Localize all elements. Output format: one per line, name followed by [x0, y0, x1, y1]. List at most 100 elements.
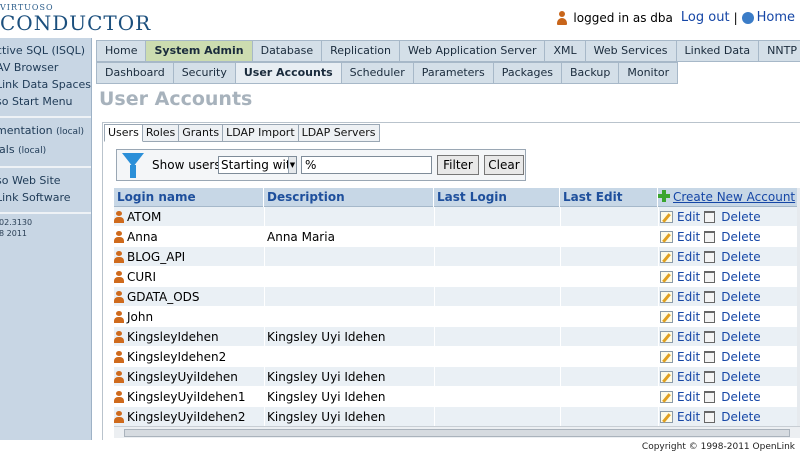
subtab-grants[interactable]: Grants [179, 124, 224, 142]
chevron-down-icon[interactable]: ▼ [288, 157, 296, 173]
login-name[interactable]: KingsleyUyiIdehen2 [127, 410, 245, 424]
trash-icon[interactable] [704, 331, 716, 343]
edit-icon[interactable] [660, 291, 673, 303]
sidebar-item-tutorials[interactable]: ials (local) [0, 141, 91, 160]
login-name-cell[interactable]: KingsleyIdehen2 [114, 347, 264, 367]
edit-icon[interactable] [660, 351, 673, 363]
edit-link[interactable]: Edit [677, 230, 700, 244]
filter-pattern-input[interactable]: % [301, 156, 432, 174]
login-name[interactable]: John [127, 310, 153, 324]
tab-replication[interactable]: Replication [322, 40, 400, 62]
tab-xml[interactable]: XML [545, 40, 586, 62]
delete-link[interactable]: Delete [721, 350, 760, 364]
trash-icon[interactable] [704, 371, 716, 383]
edit-link[interactable]: Edit [677, 290, 700, 304]
login-name[interactable]: CURI [127, 270, 156, 284]
filter-button[interactable]: Filter [437, 155, 479, 175]
trash-icon[interactable] [704, 411, 716, 423]
virtuoso-conductor-logo[interactable]: VIRTUOSO CONDUCTOR [0, 3, 150, 35]
login-name-cell[interactable]: KingsleyUyiIdehen [114, 367, 264, 387]
trash-icon[interactable] [704, 351, 716, 363]
tab-packages[interactable]: Packages [493, 62, 563, 84]
subtab-ldap-servers[interactable]: LDAP Servers [298, 124, 380, 142]
tab-user-accounts[interactable]: User Accounts [235, 62, 342, 84]
tab-dashboard[interactable]: Dashboard [96, 62, 174, 84]
edit-link[interactable]: Edit [677, 370, 700, 384]
edit-link[interactable]: Edit [677, 310, 700, 324]
column-header-login-name[interactable]: Login name [114, 188, 264, 207]
edit-link[interactable]: Edit [677, 330, 700, 344]
trash-icon[interactable] [704, 311, 716, 323]
delete-link[interactable]: Delete [721, 230, 760, 244]
trash-icon[interactable] [704, 211, 716, 223]
edit-link[interactable]: Edit [677, 390, 700, 404]
subtab-ldap-import[interactable]: LDAP Import [223, 124, 299, 142]
login-name-cell[interactable]: John [114, 307, 264, 327]
edit-icon[interactable] [660, 231, 673, 243]
subtab-users[interactable]: Users [104, 124, 143, 142]
edit-link[interactable]: Edit [677, 270, 700, 284]
column-header-last-login[interactable]: Last Login [434, 188, 560, 207]
delete-link[interactable]: Delete [721, 210, 760, 224]
login-name[interactable]: GDATA_ODS [127, 290, 200, 304]
login-name-cell[interactable]: CURI [114, 267, 264, 287]
edit-link[interactable]: Edit [677, 250, 700, 264]
tab-parameters[interactable]: Parameters [413, 62, 494, 84]
trash-icon[interactable] [704, 291, 716, 303]
edit-icon[interactable] [660, 311, 673, 323]
tab-security[interactable]: Security [173, 62, 236, 84]
tab-monitor[interactable]: Monitor [619, 62, 679, 84]
edit-icon[interactable] [660, 271, 673, 283]
home-icon[interactable] [741, 11, 754, 24]
tab-nntp[interactable]: NNTP [759, 40, 800, 62]
edit-link[interactable]: Edit [677, 210, 700, 224]
login-name[interactable]: BLOG_API [127, 250, 185, 264]
edit-link[interactable]: Edit [677, 410, 700, 424]
delete-link[interactable]: Delete [721, 250, 760, 264]
trash-icon[interactable] [704, 391, 716, 403]
tab-system-admin[interactable]: System Admin [146, 40, 253, 62]
login-name[interactable]: KingsleyUyiIdehen [127, 370, 238, 384]
edit-icon[interactable] [660, 251, 673, 263]
horizontal-scrollbar-thumb[interactable] [124, 429, 790, 437]
add-icon[interactable] [658, 190, 670, 202]
trash-icon[interactable] [704, 251, 716, 263]
delete-link[interactable]: Delete [721, 270, 760, 284]
tab-linked-data[interactable]: Linked Data [676, 40, 760, 62]
filter-mode-select[interactable]: Starting with ▼ [218, 156, 297, 174]
trash-icon[interactable] [704, 271, 716, 283]
login-name[interactable]: KingsleyUyiIdehen1 [127, 390, 245, 404]
login-name-cell[interactable]: GDATA_ODS [114, 287, 264, 307]
tab-web-application-server[interactable]: Web Application Server [399, 40, 546, 62]
edit-icon[interactable] [660, 371, 673, 383]
sidebar-item-dav-browser[interactable]: AV Browser [0, 59, 91, 76]
login-name-cell[interactable]: BLOG_API [114, 247, 264, 267]
login-name-cell[interactable]: KingsleyUyiIdehen1 [114, 387, 264, 407]
column-header-last-edit[interactable]: Last Edit [560, 188, 658, 207]
edit-icon[interactable] [660, 211, 673, 223]
login-name-cell[interactable]: ATOM [114, 207, 264, 227]
edit-icon[interactable] [660, 391, 673, 403]
login-name-cell[interactable]: KingsleyIdehen [114, 327, 264, 347]
edit-icon[interactable] [660, 411, 673, 423]
login-name-cell[interactable]: KingsleyUyiIdehen2 [114, 407, 264, 426]
tab-home[interactable]: Home [96, 40, 147, 62]
horizontal-scrollbar[interactable] [114, 426, 800, 438]
clear-button[interactable]: Clear [484, 155, 524, 175]
subtab-roles[interactable]: Roles [142, 124, 180, 142]
home-link[interactable]: Home [757, 10, 795, 25]
tab-web-services[interactable]: Web Services [585, 40, 677, 62]
delete-link[interactable]: Delete [721, 370, 760, 384]
delete-link[interactable]: Delete [721, 310, 760, 324]
sidebar-item-documentation[interactable]: mentation (local) [0, 122, 91, 141]
login-name[interactable]: KingsleyIdehen2 [127, 350, 226, 364]
sidebar-item-isql[interactable]: ctive SQL (ISQL) [0, 42, 91, 59]
tab-scheduler[interactable]: Scheduler [341, 62, 414, 84]
delete-link[interactable]: Delete [721, 390, 760, 404]
login-name-cell[interactable]: Anna [114, 227, 264, 247]
sidebar-item-openlink-software[interactable]: Link Software [0, 189, 91, 206]
tab-database[interactable]: Database [252, 40, 323, 62]
create-new-account-link[interactable]: Create New Account [673, 190, 795, 204]
login-name[interactable]: Anna [127, 230, 158, 244]
delete-link[interactable]: Delete [721, 290, 760, 304]
